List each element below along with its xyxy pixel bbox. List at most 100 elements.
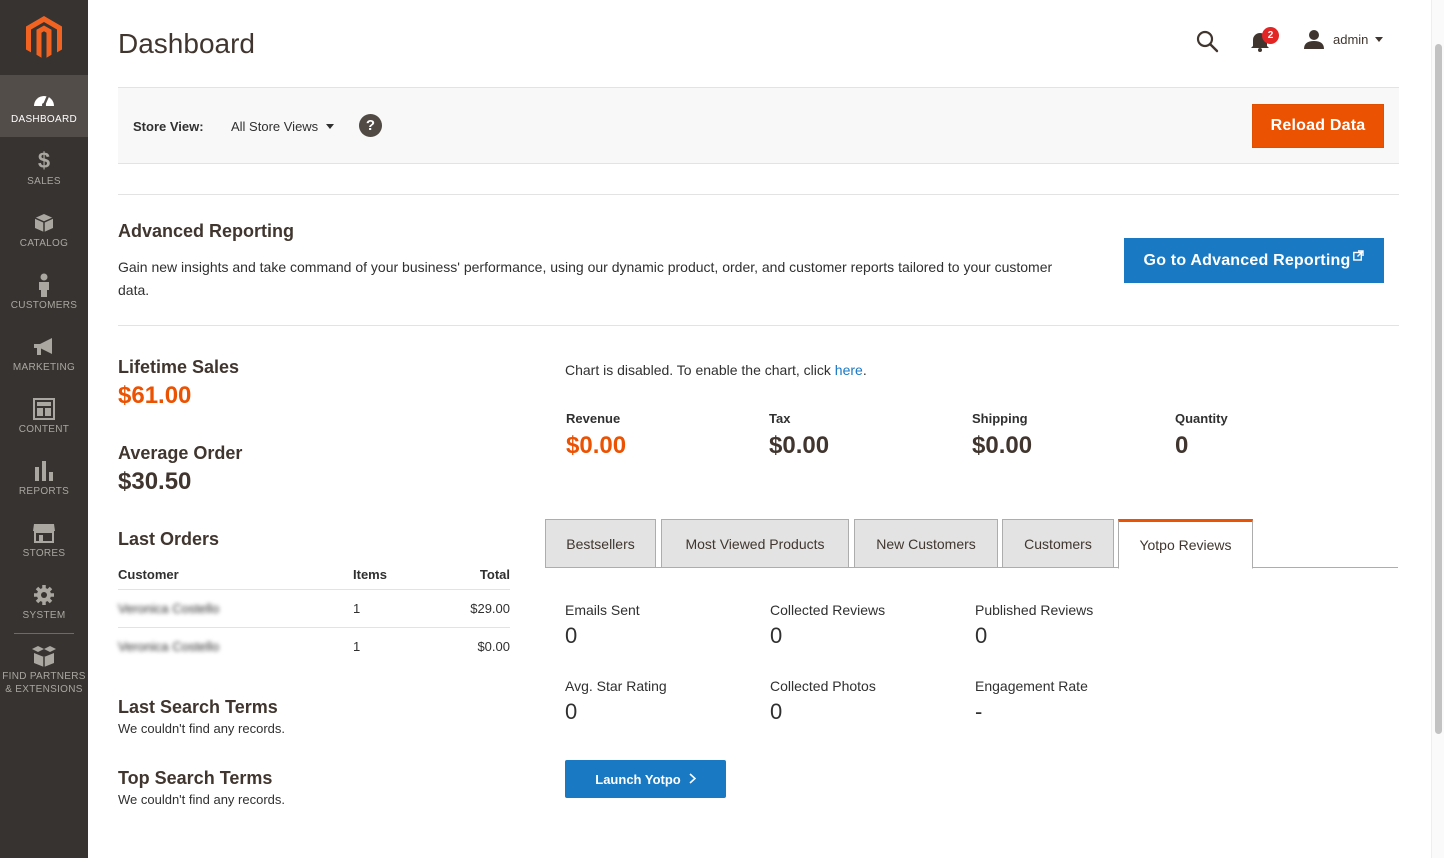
metric-collected-photos: Collected Photos 0 [770,678,876,725]
column-header-total: Total [433,560,510,590]
metric-value: 0 [975,623,988,648]
chevron-down-icon [326,123,335,129]
store-view-select[interactable]: All Store Views [231,116,335,136]
tab-most-viewed-products[interactable]: Most Viewed Products [661,519,849,568]
enable-chart-link[interactable]: here [835,362,863,378]
totals-shipping: Shipping $0.00 [972,411,1032,460]
bar-chart-icon [0,459,88,483]
advanced-reporting-description: Gain new insights and take command of yo… [118,259,1053,298]
top-search-terms-empty: We couldn't find any records. [118,792,285,807]
page-scrollbar[interactable] [1431,0,1444,858]
metric-published-reviews: Published Reviews 0 [975,602,1093,649]
metric-label: Engagement Rate [975,678,1088,694]
chart-note-suffix: . [862,362,867,378]
sidebar-item-find-partners[interactable]: Find Partners & Extensions [0,641,88,701]
metric-label: Published Reviews [975,602,1094,618]
sidebar-item-label: Sales [27,176,61,187]
divider [118,194,1399,195]
metric-value: - [975,699,983,724]
tab-yotpo-reviews[interactable]: Yotpo Reviews [1118,519,1253,569]
sidebar-item-stores[interactable]: Stores [0,509,88,571]
help-icon[interactable]: ? [359,114,382,137]
megaphone-icon [0,335,88,359]
sidebar-item-content[interactable]: Content [0,385,88,447]
average-order-label: Average Order [118,443,243,463]
sidebar-item-reports[interactable]: Reports [0,447,88,509]
sidebar-item-sales[interactable]: $ Sales [0,137,88,199]
metric-value: 0 [565,699,578,724]
sidebar-item-label: Reports [18,486,70,497]
metric-avg-star-rating: Avg. Star Rating 0 [565,678,667,725]
order-items: 1 [353,589,433,628]
totals-value: $0.00 [566,432,627,459]
table-header-row: Customer Items Total [118,560,510,590]
dashboard-icon [0,87,88,111]
order-customer: Veronica Costello [118,638,220,654]
metric-collected-reviews: Collected Reviews 0 [770,602,885,649]
sidebar-item-catalog[interactable]: Catalog [0,199,88,261]
totals-revenue: Revenue $0.00 [566,411,626,460]
tab-customers[interactable]: Customers [1002,519,1114,568]
chevron-down-icon [1375,36,1384,42]
top-search-terms-title: Top Search Terms [118,768,273,788]
box-icon [0,211,88,235]
external-link-icon [1353,249,1365,264]
page-title: Dashboard [118,28,255,59]
totals-label: Quantity [1175,411,1228,426]
last-search-terms-title: Last Search Terms [118,697,278,717]
order-total: $0.00 [477,638,510,654]
sidebar-item-label: Catalog [19,238,69,249]
sidebar-item-label: Find Partners & Extensions [2,671,86,695]
order-customer: Veronica Costello [118,589,353,628]
user-account-menu[interactable]: admin [1304,28,1384,50]
admin-sidebar: Dashboard $ Sales Catalog Customers Mark… [0,0,88,858]
lifetime-sales-label: Lifetime Sales [118,357,240,377]
go-to-advanced-reporting-button[interactable]: Go to Advanced Reporting [1124,238,1384,283]
layout-icon [0,397,88,421]
sidebar-item-customers[interactable]: Customers [0,261,88,323]
dollar-icon: $ [37,148,51,173]
totals-value: 0 [1175,432,1189,459]
dashboard-tabs: Bestsellers Most Viewed Products New Cus… [545,519,1398,569]
magento-logo-icon[interactable] [26,16,62,60]
store-view-bar: Store View: All Store Views ? Reload Dat… [118,87,1399,164]
scrollbar-thumb[interactable] [1435,44,1442,734]
average-order-value: $30.50 [118,468,192,495]
sidebar-item-marketing[interactable]: Marketing [0,323,88,385]
store-icon [0,521,88,545]
metric-engagement-rate: Engagement Rate - [975,678,1088,725]
totals-quantity: Quantity 0 [1175,411,1228,460]
chevron-right-icon [689,771,696,787]
button-label: Launch Yotpo [595,771,681,787]
reload-data-button[interactable]: Reload Data [1252,104,1384,148]
lifetime-sales-value: $61.00 [118,382,192,409]
totals-label: Shipping [972,411,1028,426]
sidebar-item-label: Marketing [12,362,76,373]
last-orders-table: Customer Items Total Veronica Costello 1… [118,560,510,665]
table-row[interactable]: Veronica Costello 1 $29.00 [118,589,510,628]
user-icon [1304,30,1324,49]
user-name: admin [1333,31,1369,47]
tab-bestsellers[interactable]: Bestsellers [545,519,656,568]
extensions-icon [0,644,88,668]
metric-emails-sent: Emails Sent 0 [565,602,640,649]
store-view-label: Store View: [133,119,204,134]
person-icon [0,273,88,297]
tab-new-customers[interactable]: New Customers [854,519,998,568]
table-row[interactable]: Veronica Costello 1 $0.00 [118,627,510,665]
totals-value: $0.00 [972,432,1033,459]
metric-value: 0 [770,699,783,724]
metric-label: Avg. Star Rating [565,678,667,694]
sidebar-item-label: System [22,610,66,621]
sidebar-item-system[interactable]: System [0,571,88,633]
sidebar-item-dashboard[interactable]: Dashboard [0,75,88,137]
chart-note-text: Chart is disabled. To enable the chart, … [565,362,835,378]
search-icon[interactable] [1195,29,1219,53]
totals-value: $0.00 [769,432,830,459]
notification-count-badge[interactable]: 2 [1262,27,1279,44]
store-view-selected: All Store Views [231,118,319,134]
metric-value: 0 [770,623,783,648]
totals-tax: Tax $0.00 [769,411,829,460]
gear-icon [0,583,88,607]
launch-yotpo-button[interactable]: Launch Yotpo [565,760,726,798]
